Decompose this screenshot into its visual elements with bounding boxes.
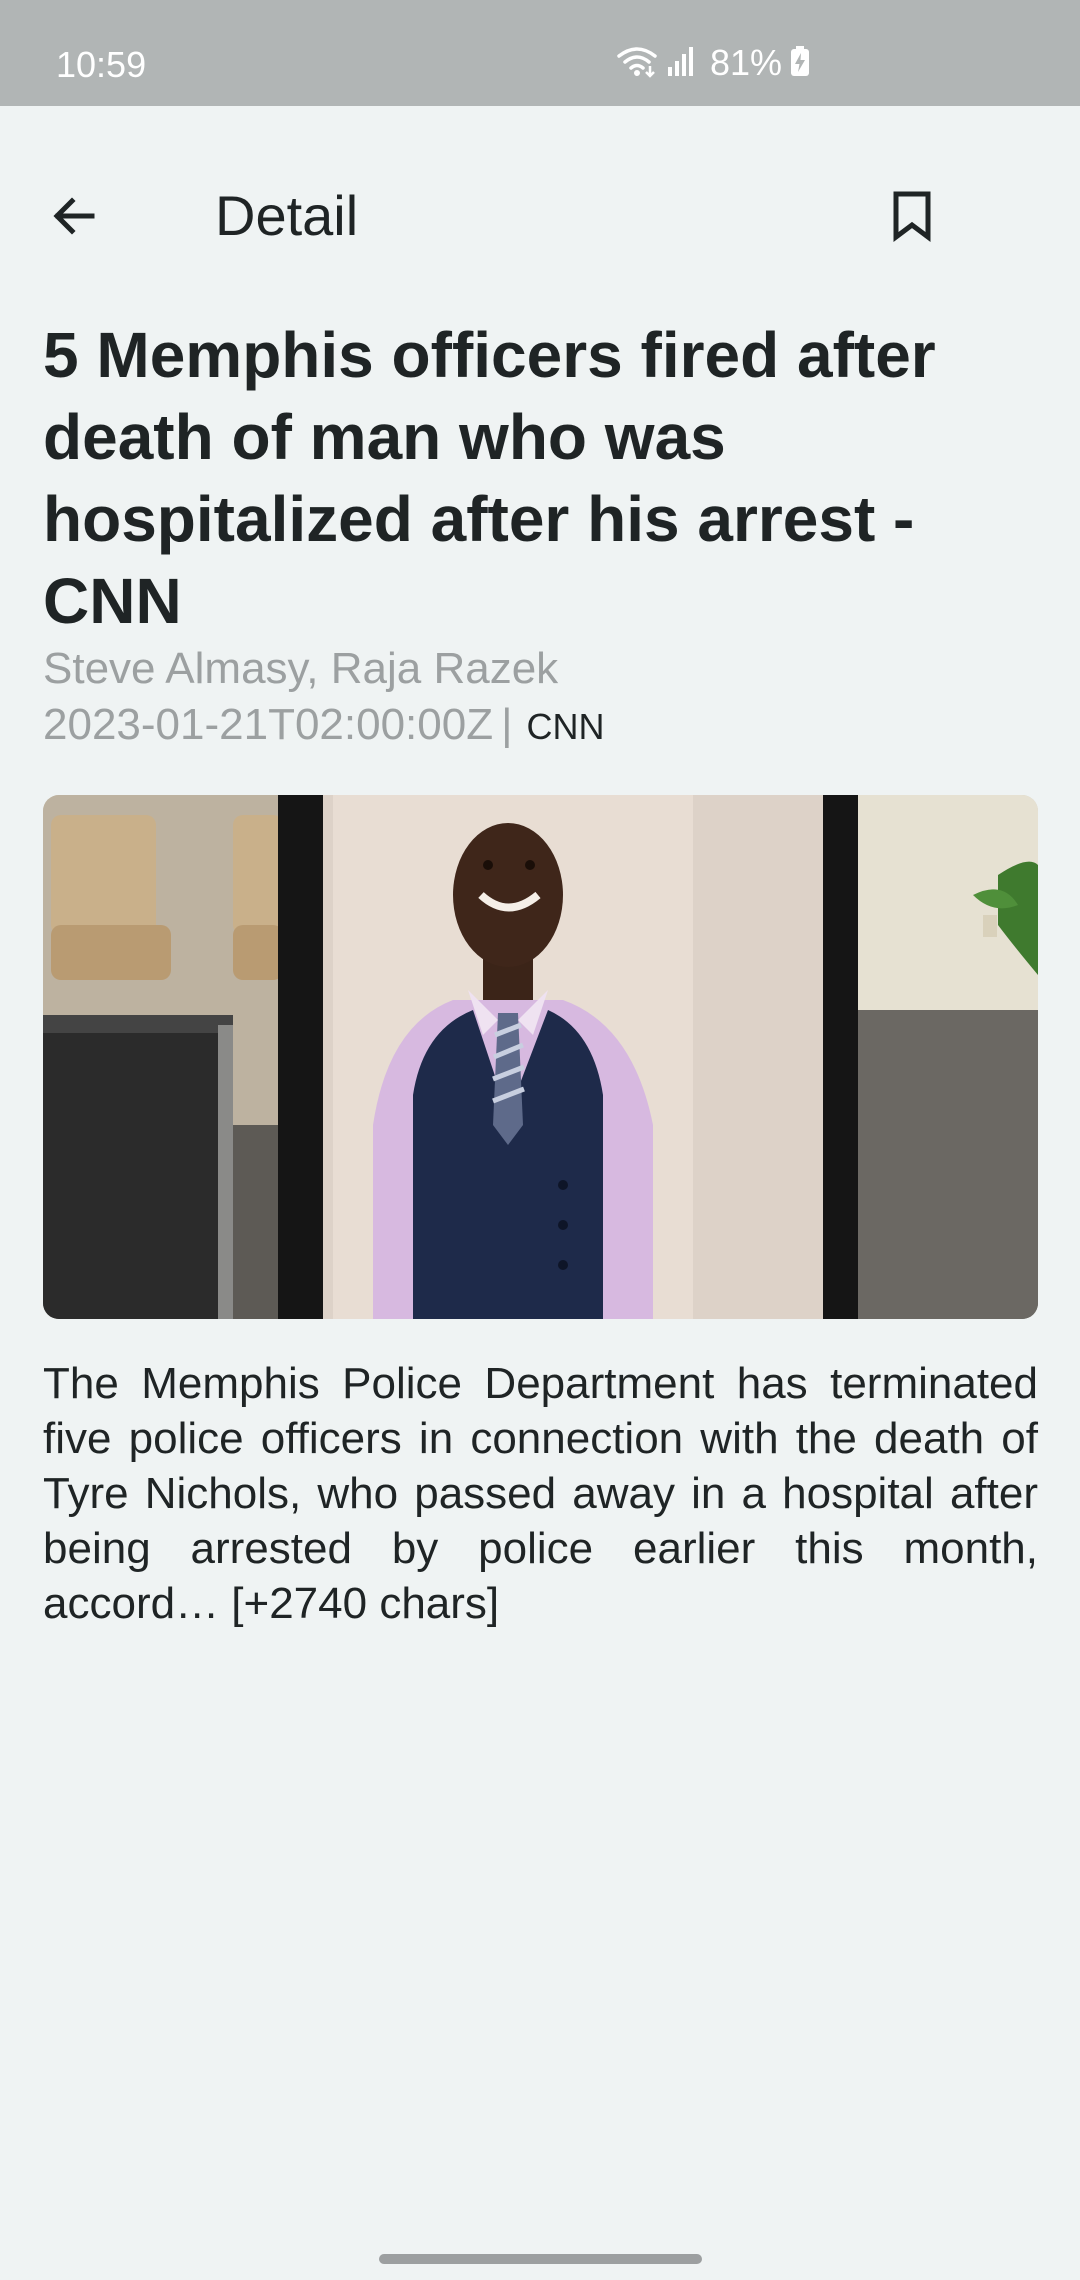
bookmark-button[interactable] — [874, 180, 950, 256]
status-icons: 81% — [616, 42, 810, 84]
article-authors: Steve Almasy, Raja Razek — [43, 644, 559, 693]
meta-separator: | — [501, 700, 513, 749]
article-title: 5 Memphis officers fired after death of … — [43, 319, 936, 637]
article-date: 2023-01-21T02:00:00Z — [43, 700, 494, 749]
bookmark-outline-icon — [890, 190, 934, 247]
status-time: 10:59 — [56, 44, 147, 85]
app-bar: Detail — [0, 106, 1080, 316]
wifi-icon — [616, 44, 658, 83]
battery-percent: 81% — [710, 42, 783, 83]
arrow-left-icon — [50, 192, 98, 245]
article-source: CNN — [526, 706, 605, 747]
article-image — [43, 795, 1038, 1319]
signal-icon — [666, 45, 696, 82]
status-bar: 10:59 81% — [0, 0, 1080, 106]
home-indicator[interactable] — [379, 2254, 702, 2264]
article-meta: 2023-01-21T02:00:00Z | CNN — [43, 697, 605, 753]
page-title: Detail — [215, 184, 359, 247]
article-description: The Memphis Police Department has termin… — [43, 1359, 1038, 1628]
battery-charging-icon — [790, 45, 810, 82]
back-button[interactable] — [36, 180, 112, 256]
